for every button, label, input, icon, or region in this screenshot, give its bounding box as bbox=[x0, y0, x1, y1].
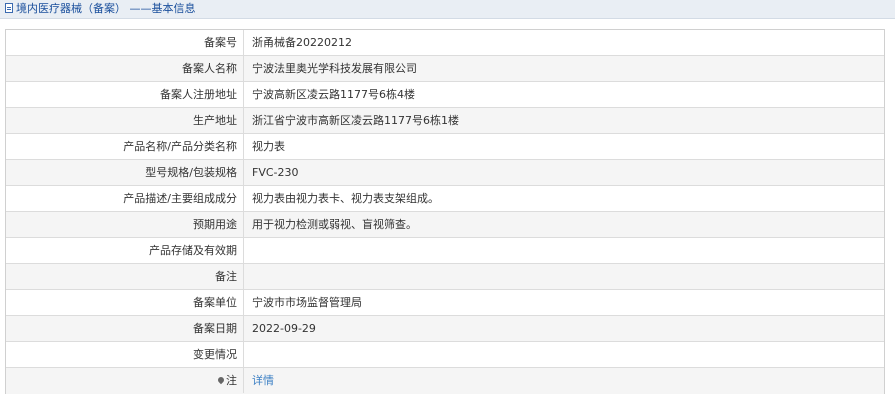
field-label: 备案人注册地址 bbox=[6, 82, 244, 107]
field-value: 浙江省宁波市高新区凌云路1177号6栋1楼 bbox=[252, 114, 459, 127]
table-row-registrant-address: 备案人注册地址 宁波高新区凌云路1177号6栋4楼 bbox=[6, 82, 884, 108]
field-label: 生产地址 bbox=[6, 108, 244, 133]
field-value: 宁波高新区凌云路1177号6栋4楼 bbox=[252, 88, 415, 101]
note-label-text: 注 bbox=[226, 374, 237, 387]
field-value: 宁波市市场监督管理局 bbox=[252, 296, 362, 309]
table-row-filing-date: 备案日期 2022-09-29 bbox=[6, 316, 884, 342]
field-label: 型号规格/包装规格 bbox=[6, 160, 244, 185]
field-value: 浙甬械备20220212 bbox=[252, 36, 352, 49]
page-header: 境内医疗器械（备案） ——基本信息 bbox=[0, 0, 895, 19]
field-label-note: 注 bbox=[6, 368, 244, 393]
field-label: 备案人名称 bbox=[6, 56, 244, 81]
field-label: 产品名称/产品分类名称 bbox=[6, 134, 244, 159]
table-row-remarks: 备注 bbox=[6, 264, 884, 290]
field-label: 备注 bbox=[6, 264, 244, 289]
field-label: 产品描述/主要组成成分 bbox=[6, 186, 244, 211]
field-label: 备案日期 bbox=[6, 316, 244, 341]
field-label: 产品存储及有效期 bbox=[6, 238, 244, 263]
table-row-registrant-name: 备案人名称 宁波法里奥光学科技发展有限公司 bbox=[6, 56, 884, 82]
document-icon bbox=[5, 3, 13, 13]
table-row-storage-validity: 产品存储及有效期 bbox=[6, 238, 884, 264]
table-row-note: 注 详情 bbox=[6, 368, 884, 394]
table-row-intended-use: 预期用途 用于视力检测或弱视、盲视筛查。 bbox=[6, 212, 884, 238]
page-title: 境内医疗器械（备案） ——基本信息 bbox=[16, 2, 196, 15]
pin-icon bbox=[216, 375, 226, 385]
details-link[interactable]: 详情 bbox=[252, 368, 274, 393]
table-row-product-name: 产品名称/产品分类名称 视力表 bbox=[6, 134, 884, 160]
field-value: 用于视力检测或弱视、盲视筛查。 bbox=[252, 218, 417, 231]
field-value: 视力表由视力表卡、视力表支架组成。 bbox=[252, 192, 439, 205]
table-row-change-history: 变更情况 bbox=[6, 342, 884, 368]
table-row-production-address: 生产地址 浙江省宁波市高新区凌云路1177号6栋1楼 bbox=[6, 108, 884, 134]
field-label: 备案单位 bbox=[6, 290, 244, 315]
info-table: 备案号 浙甬械备20220212 备案人名称 宁波法里奥光学科技发展有限公司 备… bbox=[5, 29, 885, 394]
field-label: 预期用途 bbox=[6, 212, 244, 237]
field-value: 宁波法里奥光学科技发展有限公司 bbox=[252, 62, 417, 75]
table-row-product-description: 产品描述/主要组成成分 视力表由视力表卡、视力表支架组成。 bbox=[6, 186, 884, 212]
table-row-record-number: 备案号 浙甬械备20220212 bbox=[6, 30, 884, 56]
field-label: 变更情况 bbox=[6, 342, 244, 367]
field-label: 备案号 bbox=[6, 30, 244, 55]
field-value: 2022-09-29 bbox=[252, 322, 316, 335]
field-value: 视力表 bbox=[252, 140, 285, 153]
table-row-model-spec: 型号规格/包装规格 FVC-230 bbox=[6, 160, 884, 186]
field-value: FVC-230 bbox=[252, 166, 299, 179]
table-row-filing-unit: 备案单位 宁波市市场监督管理局 bbox=[6, 290, 884, 316]
